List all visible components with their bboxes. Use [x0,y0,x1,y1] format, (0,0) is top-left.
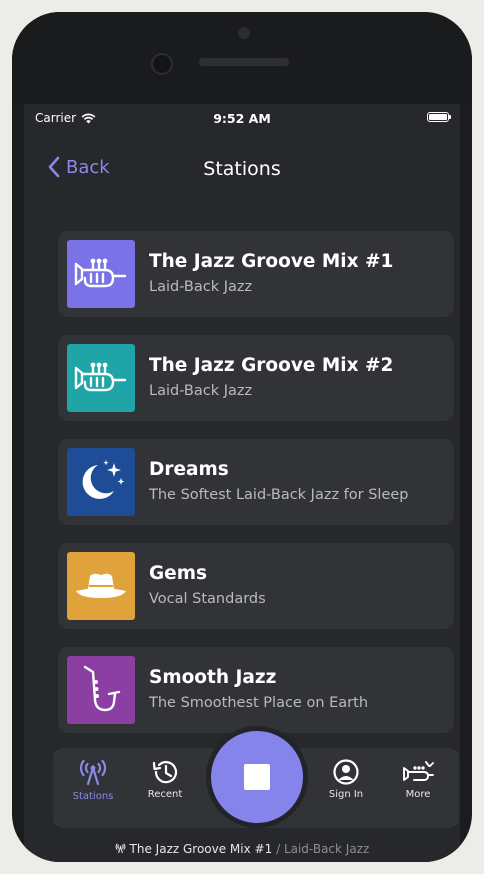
device-top-bezel [12,12,472,104]
device-frame: Carrier 9:52 AM Back Stations The Jazz G… [12,12,472,862]
page-title: Stations [203,158,281,180]
now-playing-title: The Jazz Groove Mix #1 [129,842,273,856]
saxophone-icon [83,665,121,712]
history-icon [152,761,178,784]
station-row-jazz-groove-mix-1[interactable]: The Jazz Groove Mix #1 Laid-Back Jazz [58,231,454,317]
now-playing-separator: / [276,842,281,856]
station-title: Dreams [149,459,229,480]
clock: 9:52 AM [213,111,271,126]
station-title: The Jazz Groove Mix #2 [149,355,394,376]
proximity-sensor [238,27,250,39]
trumpet-icon [403,761,434,781]
station-artwork [67,552,135,620]
now-playing-subtitle: Laid-Back Jazz [283,842,370,856]
station-artwork [67,344,135,412]
station-subtitle: The Smoothest Place on Earth [149,695,369,711]
tab-recent[interactable]: Recent [135,758,195,800]
front-camera [151,53,173,75]
tab-more[interactable]: More [388,758,448,800]
station-subtitle: Vocal Standards [149,591,266,607]
tab-stations[interactable]: Stations [63,758,123,802]
station-title: Smooth Jazz [149,667,277,688]
tab-label: More [405,789,431,800]
station-subtitle: Laid-Back Jazz [149,279,253,295]
user-circle-icon [333,759,359,785]
station-artwork [67,448,135,516]
stop-icon [244,764,270,790]
station-artwork [67,240,135,308]
station-row-dreams[interactable]: Dreams The Softest Laid-Back Jazz for Sl… [58,439,454,525]
tab-sign-in[interactable]: Sign In [316,758,376,800]
station-subtitle: The Softest Laid-Back Jazz for Sleep [149,487,409,503]
hat-icon [76,573,126,598]
tab-label: Stations [72,791,114,802]
app-screen: Carrier 9:52 AM Back Stations The Jazz G… [24,104,460,862]
tab-label: Recent [147,789,183,800]
trumpet-icon [74,362,127,392]
earpiece-speaker [199,58,289,66]
stop-button[interactable] [211,731,303,823]
trumpet-icon [74,258,127,288]
radio-tower-icon [115,843,126,854]
battery-icon [427,112,451,122]
now-playing-bar[interactable]: The Jazz Groove Mix #1 / Laid-Back Jazz [24,842,460,856]
navigation-bar: Back Stations [24,152,460,188]
station-title: Gems [149,563,208,584]
station-subtitle: Laid-Back Jazz [149,383,253,399]
station-row-gems[interactable]: Gems Vocal Standards [58,543,454,629]
station-list: The Jazz Groove Mix #1 Laid-Back Jazz Th… [58,231,454,751]
station-artwork [67,656,135,724]
station-row-smooth-jazz[interactable]: Smooth Jazz The Smoothest Place on Earth [58,647,454,733]
station-row-jazz-groove-mix-2[interactable]: The Jazz Groove Mix #2 Laid-Back Jazz [58,335,454,421]
station-title: The Jazz Groove Mix #1 [149,251,394,272]
status-bar: Carrier 9:52 AM [24,104,460,132]
tab-label: Sign In [328,789,364,800]
moon-stars-icon [82,460,125,499]
radio-tower-icon [79,759,107,786]
